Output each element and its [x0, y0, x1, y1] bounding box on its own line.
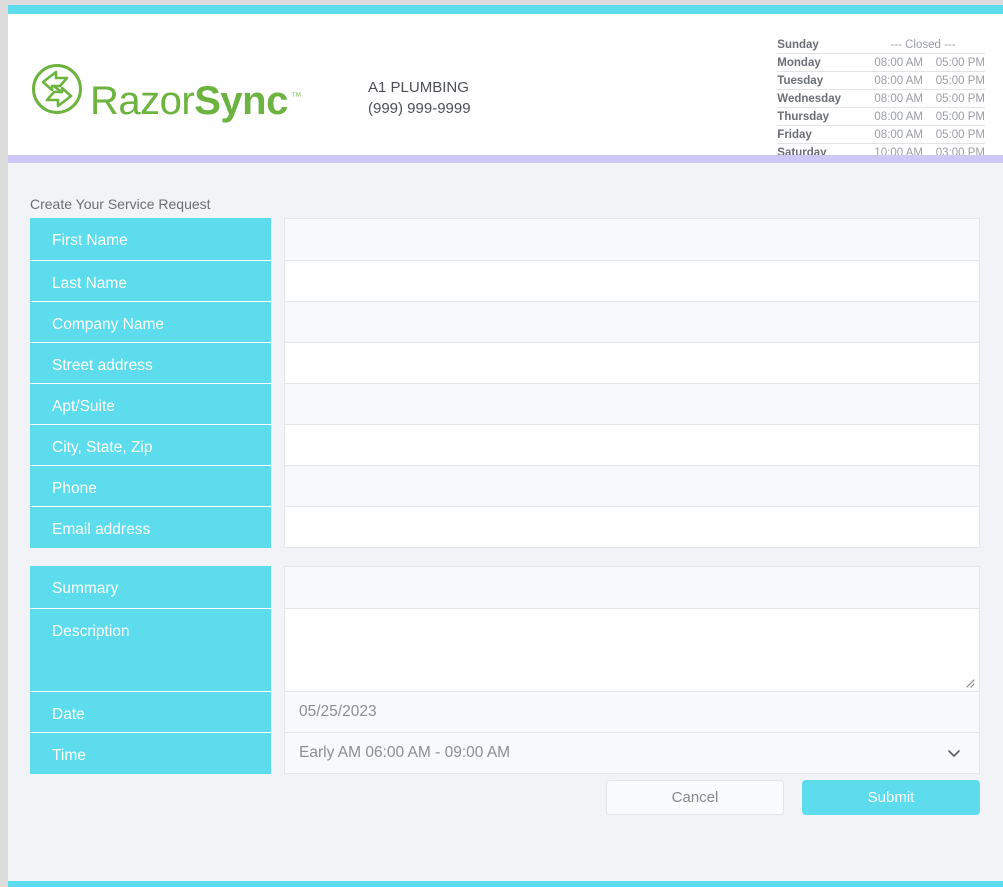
hours-day-label: Tuesday: [777, 71, 861, 90]
business-hours-table: Sunday --- Closed --- Monday 08:00 AM 05:00 …: [777, 36, 985, 161]
page-title: Create Your Service Request: [30, 196, 211, 212]
request-field-group: Summary Description Date 05/25/2023 Time Earl…: [30, 566, 980, 774]
header-divider: [8, 155, 1003, 163]
hours-close-time: 05:00 PM: [923, 125, 985, 144]
logo-text-light: Razor: [90, 79, 195, 123]
form-row: Description: [30, 609, 980, 692]
submit-button[interactable]: Submit: [802, 780, 980, 815]
input-street-address[interactable]: [284, 343, 980, 384]
hours-day-label: Friday: [777, 125, 861, 144]
column-gap: [271, 466, 284, 507]
column-gap: [271, 384, 284, 425]
field-label-apt-suite: Apt/Suite: [30, 384, 271, 425]
hours-close-time: 05:00 PM: [923, 53, 985, 72]
form-row: Last Name: [30, 261, 980, 302]
field-label-description: Description: [30, 609, 271, 692]
textarea-resize-handle[interactable]: [963, 675, 975, 688]
hours-open-time: 08:00 AM: [861, 107, 923, 126]
page-body: Create Your Service Request First Name La…: [8, 163, 1003, 881]
cancel-button[interactable]: Cancel: [606, 780, 784, 815]
input-company-name[interactable]: [284, 302, 980, 343]
hours-close-time: 05:00 PM: [923, 71, 985, 90]
select-time[interactable]: Early AM 06:00 AM - 09:00 AM: [284, 733, 980, 774]
business-hours-row: Thursday 08:00 AM 05:00 PM: [777, 107, 985, 126]
business-name: A1 PLUMBING: [368, 79, 469, 96]
field-label-phone: Phone: [30, 466, 271, 507]
hours-day-label: Thursday: [777, 107, 861, 126]
chevron-down-icon[interactable]: [947, 746, 961, 760]
logo-text-bold: Sync: [194, 79, 288, 123]
business-hours-row: Tuesday 08:00 AM 05:00 PM: [777, 71, 985, 90]
hours-day-label: Sunday: [777, 36, 861, 54]
field-label-last-name: Last Name: [30, 261, 271, 302]
column-gap: [271, 733, 284, 774]
hours-open-time: 08:00 AM: [861, 53, 923, 72]
field-label-date: Date: [30, 692, 271, 733]
service-request-form: First Name Last Name Company Name Street ad…: [30, 218, 980, 792]
column-gap: [271, 609, 284, 692]
field-label-time: Time: [30, 733, 271, 774]
field-label-email-address: Email address: [30, 507, 271, 548]
input-city-state-zip[interactable]: [284, 425, 980, 466]
input-summary[interactable]: [284, 566, 980, 609]
form-row: Street address: [30, 343, 980, 384]
razorsync-logo[interactable]: RazorSync ™: [30, 62, 302, 121]
field-label-first-name: First Name: [30, 218, 271, 261]
form-actions: Cancel Submit: [606, 780, 980, 815]
form-row: Apt/Suite: [30, 384, 980, 425]
contact-field-group: First Name Last Name Company Name Street ad…: [30, 218, 980, 548]
bottom-accent-bar: [8, 881, 1003, 887]
column-gap: [271, 343, 284, 384]
column-gap: [271, 566, 284, 609]
form-row: City, State, Zip: [30, 425, 980, 466]
column-gap: [271, 692, 284, 733]
field-label-company-name: Company Name: [30, 302, 271, 343]
field-value: Early AM 06:00 AM - 09:00 AM: [299, 744, 511, 761]
input-apt-suite[interactable]: [284, 384, 980, 425]
field-label-city-state-zip: City, State, Zip: [30, 425, 271, 466]
service-request-page: RazorSync ™ A1 PLUMBING (999) 999-9999 Su…: [0, 0, 1003, 887]
column-gap: [271, 302, 284, 343]
hours-day-label: Monday: [777, 53, 861, 72]
hours-day-label: Wednesday: [777, 89, 861, 108]
hours-close-time: 05:00 PM: [923, 89, 985, 108]
form-row: Summary: [30, 566, 980, 609]
business-hours-body: Sunday --- Closed --- Monday 08:00 AM 05:00 …: [777, 36, 985, 161]
input-last-name[interactable]: [284, 261, 980, 302]
hours-open-time: 08:00 AM: [861, 89, 923, 108]
column-gap: [271, 218, 284, 261]
form-row: Phone: [30, 466, 980, 507]
business-hours-row: Monday 08:00 AM 05:00 PM: [777, 53, 985, 72]
business-hours-row: Friday 08:00 AM 05:00 PM: [777, 125, 985, 144]
column-gap: [271, 507, 284, 548]
business-hours-row: Wednesday 08:00 AM 05:00 PM: [777, 89, 985, 108]
business-info: A1 PLUMBING (999) 999-9999: [368, 77, 471, 119]
input-date[interactable]: 05/25/2023: [284, 692, 980, 733]
form-row: Email address: [30, 507, 980, 548]
input-email-address[interactable]: [284, 507, 980, 548]
top-accent-bar: [8, 5, 1003, 14]
form-row: Date 05/25/2023: [30, 692, 980, 733]
page-header: RazorSync ™ A1 PLUMBING (999) 999-9999 Su…: [8, 14, 1003, 159]
field-label-street-address: Street address: [30, 343, 271, 384]
hours-open-time: 08:00 AM: [861, 125, 923, 144]
input-description[interactable]: [284, 609, 980, 692]
input-phone[interactable]: [284, 466, 980, 507]
column-gap: [271, 261, 284, 302]
field-value: 05/25/2023: [299, 703, 377, 720]
razorsync-logo-text: RazorSync ™: [90, 81, 302, 121]
hours-open-time: 08:00 AM: [861, 71, 923, 90]
business-phone: (999) 999-9999: [368, 100, 471, 117]
field-label-summary: Summary: [30, 566, 271, 609]
form-row: Time Early AM 06:00 AM - 09:00 AM: [30, 733, 980, 774]
logo-trademark: ™: [290, 90, 302, 103]
hours-closed-label: --- Closed ---: [861, 36, 985, 54]
form-row: Company Name: [30, 302, 980, 343]
input-first-name[interactable]: [284, 218, 980, 261]
hours-close-time: 05:00 PM: [923, 107, 985, 126]
business-hours-row: Sunday --- Closed ---: [777, 36, 985, 54]
column-gap: [271, 425, 284, 466]
razorsync-logo-icon: [30, 62, 88, 121]
form-row: First Name: [30, 218, 980, 261]
